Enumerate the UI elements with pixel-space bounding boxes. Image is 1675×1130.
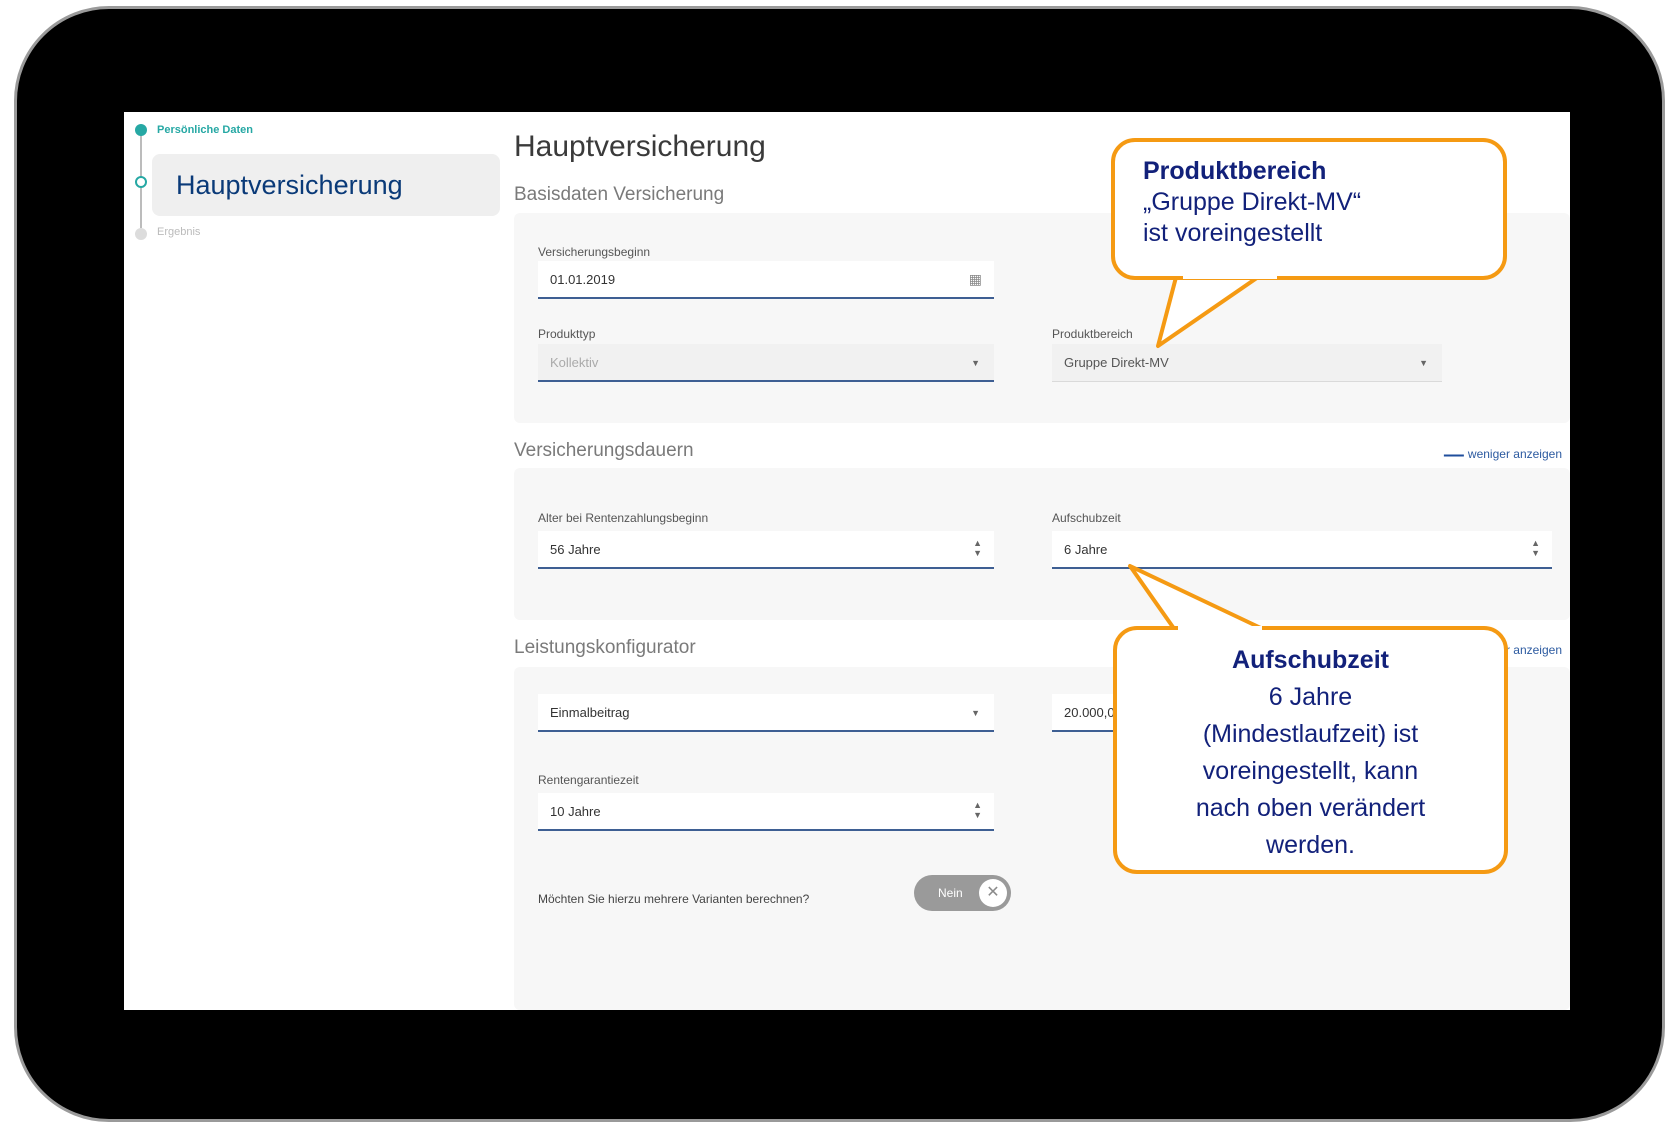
produkttyp-value: Kollektiv: [550, 355, 599, 370]
produkttyp-select[interactable]: Kollektiv ▼: [538, 344, 994, 382]
alter-value: 56 Jahre: [550, 542, 601, 557]
spinner-icon[interactable]: ▲ ▼: [973, 800, 982, 820]
step-hauptversicherung[interactable]: Hauptversicherung: [152, 154, 500, 216]
close-icon: ✕: [979, 879, 1007, 907]
rentengarantiezeit-label: Rentengarantiezeit: [538, 773, 639, 787]
step-ergebnis[interactable]: Ergebnis: [157, 226, 200, 238]
produktbereich-callout-line2: ist voreingestellt: [1143, 219, 1323, 247]
aufschubzeit-callout-line2: (Mindestlaufzeit) ist: [1202, 720, 1419, 748]
rentengarantiezeit-stepper[interactable]: 10 Jahre ▲ ▼: [538, 793, 994, 831]
spinner-icon[interactable]: ▲ ▼: [973, 538, 982, 558]
chevron-down-icon: ▼: [971, 358, 980, 368]
aufschubzeit-callout-head: Aufschubzeit: [1232, 646, 1389, 674]
minus-icon: —: [1443, 444, 1464, 466]
weniger-anzeigen-label: weniger anzeigen: [1467, 447, 1562, 461]
step-pending-icon: [135, 228, 147, 240]
produktbereich-select[interactable]: Gruppe Direkt-MV ▼: [1052, 344, 1442, 382]
step-persoenliche-daten[interactable]: Persönliche Daten: [157, 124, 253, 136]
aufschubzeit-callout-line3: voreingestellt, kann: [1202, 757, 1419, 785]
step-hauptversicherung-label: Hauptversicherung: [176, 170, 403, 200]
versicherungsbeginn-label: Versicherungsbeginn: [538, 245, 651, 259]
rentengarantiezeit-value: 10 Jahre: [550, 804, 601, 819]
alter-stepper[interactable]: 56 Jahre ▲ ▼: [538, 531, 994, 569]
beitragsart-value: Einmalbeitrag: [550, 705, 630, 720]
produktbereich-callout-head: Produktbereich: [1143, 157, 1327, 185]
aufschubzeit-value: 6 Jahre: [1064, 542, 1108, 557]
alter-label: Alter bei Rentenzahlungsbeginn: [538, 511, 709, 525]
section-leistung-title: Leistungskonfigurator: [514, 637, 696, 658]
versicherungsbeginn-value: 01.01.2019: [550, 272, 616, 287]
varianten-toggle[interactable]: Nein ✕: [914, 875, 1011, 911]
produkttyp-label: Produkttyp: [538, 327, 596, 341]
varianten-question: Möchten Sie hierzu mehrere Varianten ber…: [538, 892, 810, 906]
weniger-anzeigen-link[interactable]: — weniger anzeigen: [1444, 444, 1562, 467]
varianten-toggle-label: Nein: [938, 886, 963, 900]
section-basisdaten-title: Basisdaten Versicherung: [514, 184, 725, 205]
aufschubzeit-callout-line4: nach oben verändert: [1195, 794, 1426, 822]
versicherungsbeginn-field[interactable]: 01.01.2019 ▦: [538, 261, 994, 299]
aufschubzeit-callout-line1: 6 Jahre: [1268, 683, 1353, 711]
step-done-icon: [135, 124, 147, 136]
step-active-icon: [135, 176, 147, 188]
produktbereich-label: Produktbereich: [1052, 327, 1133, 341]
section-dauern-title: Versicherungsdauern: [514, 440, 694, 461]
aufschubzeit-stepper[interactable]: 6 Jahre ▲ ▼: [1052, 531, 1552, 569]
calendar-icon[interactable]: ▦: [969, 271, 982, 288]
produktbereich-callout: Produktbereich „Gruppe Direkt-MV“ ist vo…: [1111, 138, 1507, 280]
produktbereich-value: Gruppe Direkt-MV: [1064, 355, 1169, 370]
produktbereich-callout-line1: „Gruppe Direkt-MV“: [1143, 188, 1362, 216]
spinner-icon[interactable]: ▲ ▼: [1531, 538, 1540, 558]
aufschubzeit-callout: Aufschubzeit 6 Jahre (Mindestlaufzeit) i…: [1113, 626, 1508, 874]
page-title: Hauptversicherung: [514, 130, 766, 163]
beitragsart-select[interactable]: Einmalbeitrag ▼: [538, 694, 994, 732]
aufschubzeit-label: Aufschubzeit: [1052, 511, 1121, 525]
chevron-down-icon: ▼: [1419, 358, 1428, 368]
aufschubzeit-callout-line5: werden.: [1266, 831, 1355, 859]
chevron-down-icon: ▼: [971, 708, 980, 718]
